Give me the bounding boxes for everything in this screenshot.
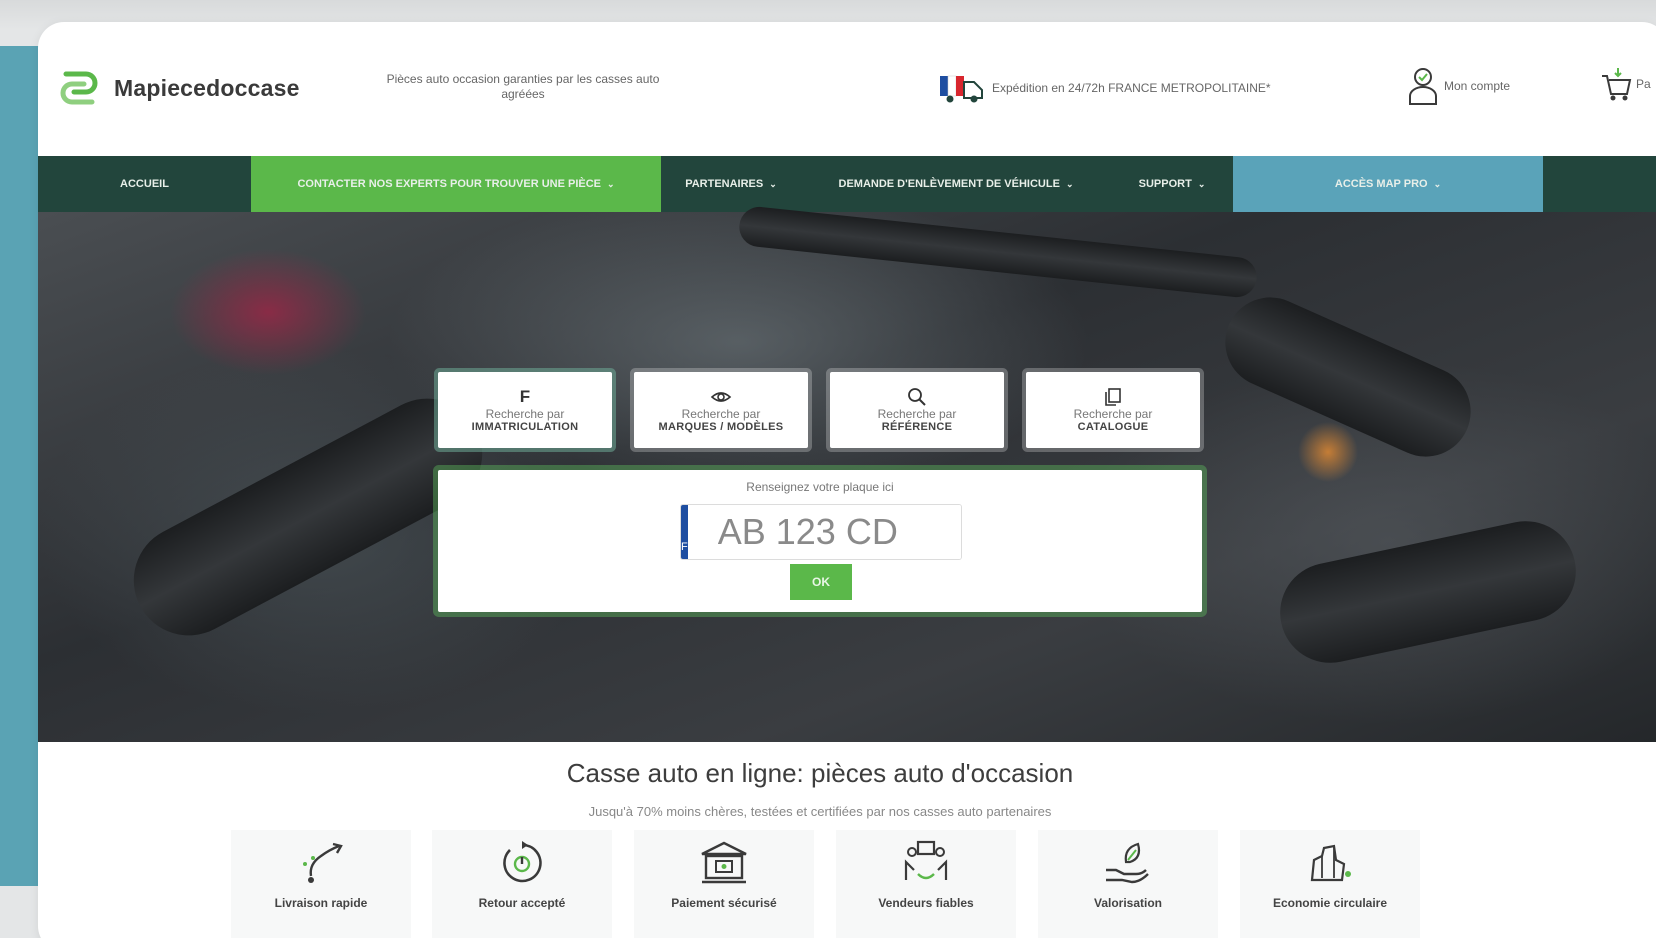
circular-economy-icon xyxy=(1310,844,1351,882)
feature-secure-payment: Paiement sécurisé xyxy=(634,830,814,938)
search-icon xyxy=(908,388,926,406)
user-account-icon xyxy=(1409,68,1437,105)
chevron-down-icon: ⌄ xyxy=(1197,178,1206,189)
nav-item-label: Partenaires xyxy=(685,178,764,190)
plate-field: F xyxy=(680,504,962,560)
logo-text: Mapiecedoccase xyxy=(114,74,300,101)
feature-circular-economy: Economie circulaire xyxy=(1240,830,1420,938)
tab-line2: CATALOGUE xyxy=(1077,421,1149,433)
eu-plate-band: F xyxy=(681,505,688,559)
site-header: Mapiecedoccase Pièces auto occasion gara… xyxy=(38,22,1656,156)
feature-label: Economie circulaire xyxy=(1272,896,1388,910)
feature-label: Livraison rapide xyxy=(274,896,368,910)
feature-fast-delivery: Livraison rapide xyxy=(231,830,411,938)
hero-decor-hose xyxy=(737,204,1259,300)
tab-line2: MARQUES / MODÈLES xyxy=(658,421,784,433)
hero-engine-image: F Recherche par IMMATRICULATION Recherch… xyxy=(38,204,1656,742)
features-row: Livraison rapide Retour accepté Paiement… xyxy=(38,830,1602,938)
plate-prompt: Renseignez votre plaque ici xyxy=(746,480,894,494)
tab-catalogue[interactable]: Recherche par CATALOGUE xyxy=(1026,372,1200,448)
bank-icon xyxy=(701,841,747,884)
page-title: Casse auto en ligne: pièces auto d'occas… xyxy=(566,758,1074,788)
feature-label: Valorisation xyxy=(1093,896,1163,910)
logo[interactable]: Mapiecedoccase xyxy=(54,68,300,108)
nav-item-vehicle-removal[interactable]: Demande d'enlèvement de véhicule ⌄ xyxy=(801,156,1111,212)
shipping-text: Expédition en 24/72h FRANCE METROPOLITAI… xyxy=(992,81,1271,95)
tab-line2: IMMATRICULATION xyxy=(471,421,579,433)
nav-item-label: Contacter nos experts pour trouver une p… xyxy=(297,178,601,190)
tab-line1: Recherche par xyxy=(1073,407,1153,421)
shopping-cart-icon xyxy=(1602,68,1632,101)
plate-search-panel: Renseignez votre plaque ici F OK xyxy=(438,470,1202,612)
plate-input[interactable] xyxy=(687,505,961,559)
return-icon xyxy=(503,841,542,883)
nav-item-home[interactable]: Accueil xyxy=(38,156,251,212)
feature-trusted-sellers: Vendeurs fiables xyxy=(836,830,1016,938)
feature-label: Paiement sécurisé xyxy=(671,896,777,910)
tagline: Pièces auto occasion garanties par les c… xyxy=(386,72,660,101)
hand-leaf-icon xyxy=(1106,842,1149,884)
hero-decor-hose xyxy=(1210,283,1486,471)
feature-label: Retour accepté xyxy=(478,896,566,910)
chevron-down-icon: ⌄ xyxy=(1433,178,1442,189)
tab-brands-models[interactable]: Recherche par MARQUES / MODÈLES xyxy=(634,372,808,448)
search-mode-tabs: F Recherche par IMMATRICULATION Recherch… xyxy=(438,372,1200,448)
account-label: Mon compte xyxy=(1444,79,1511,93)
hero-decor-hose xyxy=(1270,511,1586,673)
nav-item-label: Demande d'enlèvement de véhicule xyxy=(838,178,1060,190)
plate-letter-icon: F xyxy=(519,387,531,406)
nav-item-label: Accueil xyxy=(120,178,169,190)
trusted-sellers-icon xyxy=(904,840,948,880)
nav-item-label: Accès MAP PRO xyxy=(1334,178,1428,190)
website-card: Mapiecedoccase Pièces auto occasion gara… xyxy=(38,22,1656,938)
chevron-down-icon: ⌄ xyxy=(769,178,777,189)
chevron-down-icon: ⌄ xyxy=(1065,178,1074,189)
shipping-info: Expédition en 24/72h FRANCE METROPOLITAI… xyxy=(938,72,1271,104)
logo-icon xyxy=(60,71,98,105)
tab-reference[interactable]: Recherche par RÉFÉRENCE xyxy=(830,372,1004,448)
account-link[interactable]: Mon compte xyxy=(1406,66,1510,106)
nav-item-map-pro[interactable]: Accès MAP PRO ⌄ xyxy=(1233,156,1543,212)
cart-label: Pa xyxy=(1636,77,1651,91)
nav-item-support[interactable]: Support ⌄ xyxy=(1111,156,1233,212)
ok-button[interactable]: OK xyxy=(790,564,852,600)
tab-line2: RÉFÉRENCE xyxy=(881,421,953,433)
chevron-down-icon: ⌄ xyxy=(607,178,615,189)
delivery-truck-icon xyxy=(940,75,983,103)
feature-label: Vendeurs fiables xyxy=(878,896,974,910)
page-subtitle: Jusqu'à 70% moins chères, testées et cer… xyxy=(588,804,1052,819)
tab-line1: Recherche par xyxy=(681,407,761,421)
fast-delivery-icon xyxy=(303,842,343,883)
cart-link[interactable]: Pa xyxy=(1600,66,1651,102)
feature-return: Retour accepté xyxy=(432,830,612,938)
main-nav: Accueil Contacter nos experts pour trouv… xyxy=(38,156,1656,212)
feature-valorisation: Valorisation xyxy=(1038,830,1218,938)
nav-item-partners[interactable]: Partenaires ⌄ xyxy=(661,156,801,212)
copy-icon xyxy=(1105,388,1121,406)
tab-registration[interactable]: F Recherche par IMMATRICULATION xyxy=(438,372,612,448)
tab-line1: Recherche par xyxy=(485,407,565,421)
nav-item-contact-experts[interactable]: Contacter nos experts pour trouver une p… xyxy=(251,156,661,212)
tab-line1: Recherche par xyxy=(877,407,957,421)
nav-item-label: Support xyxy=(1138,178,1192,190)
eye-icon xyxy=(710,392,732,402)
